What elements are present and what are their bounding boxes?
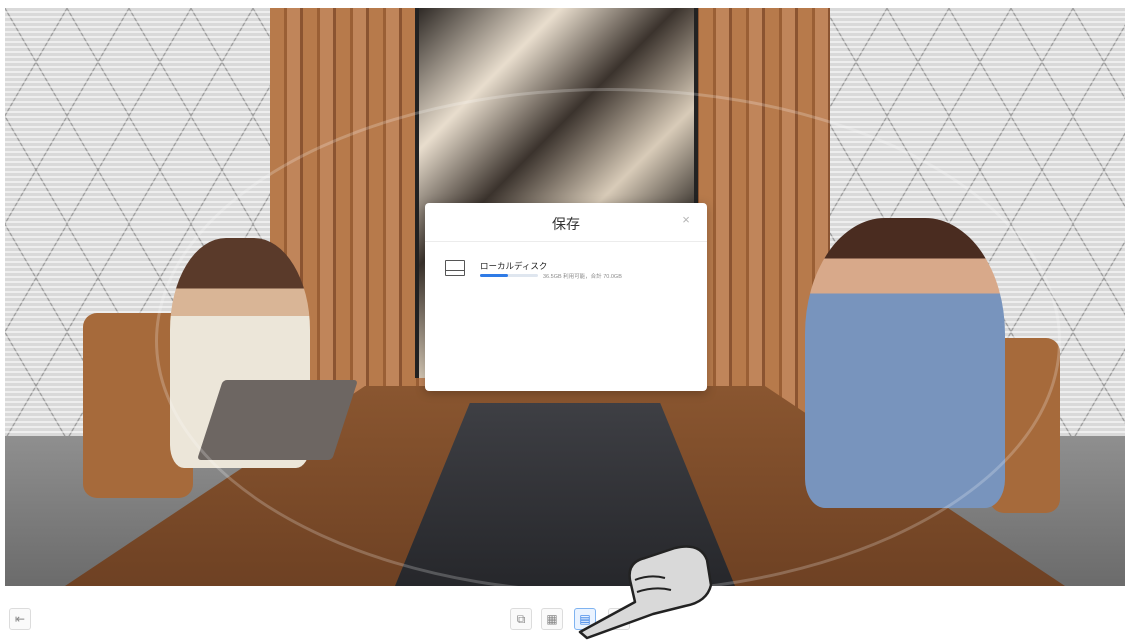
window-switch-icon: ⧉	[516, 611, 526, 626]
close-icon[interactable]: ×	[679, 213, 693, 227]
windows-button[interactable]: ⧉	[510, 608, 532, 630]
local-disk-item[interactable]: ローカルディスク 36.5GB 利用可能，合計 70.0GB	[443, 258, 693, 284]
apps-button[interactable]: ▦	[541, 608, 563, 630]
storage-button[interactable]: ▤	[574, 608, 596, 630]
dialog-header: 保存 ×	[425, 203, 707, 242]
storage-icon: ▤	[579, 612, 591, 626]
exit-button[interactable]: ⇤	[9, 608, 31, 630]
laptop	[197, 380, 358, 460]
refresh-button[interactable]: ↻	[608, 608, 630, 630]
man-participant	[805, 218, 1005, 508]
disk-usage-bar-fill	[480, 274, 508, 277]
disk-name: ローカルディスク	[480, 261, 548, 271]
apps-grid-icon: ▦	[546, 612, 558, 626]
storage-dialog: 保存 × ローカルディスク 36.5GB 利用可能，合計 70.0GB	[425, 203, 707, 391]
exit-icon: ⇤	[14, 612, 26, 626]
hard-drive-icon	[445, 260, 465, 276]
refresh-icon: ↻	[613, 612, 625, 626]
disk-usage-bar	[480, 274, 538, 277]
disk-usage-text: 36.5GB 利用可能，合計 70.0GB	[543, 274, 622, 280]
dialog-title: 保存	[552, 216, 580, 232]
bottom-toolbar: ⇤ ⧉ ▦ ▤ ↻	[0, 590, 1130, 639]
